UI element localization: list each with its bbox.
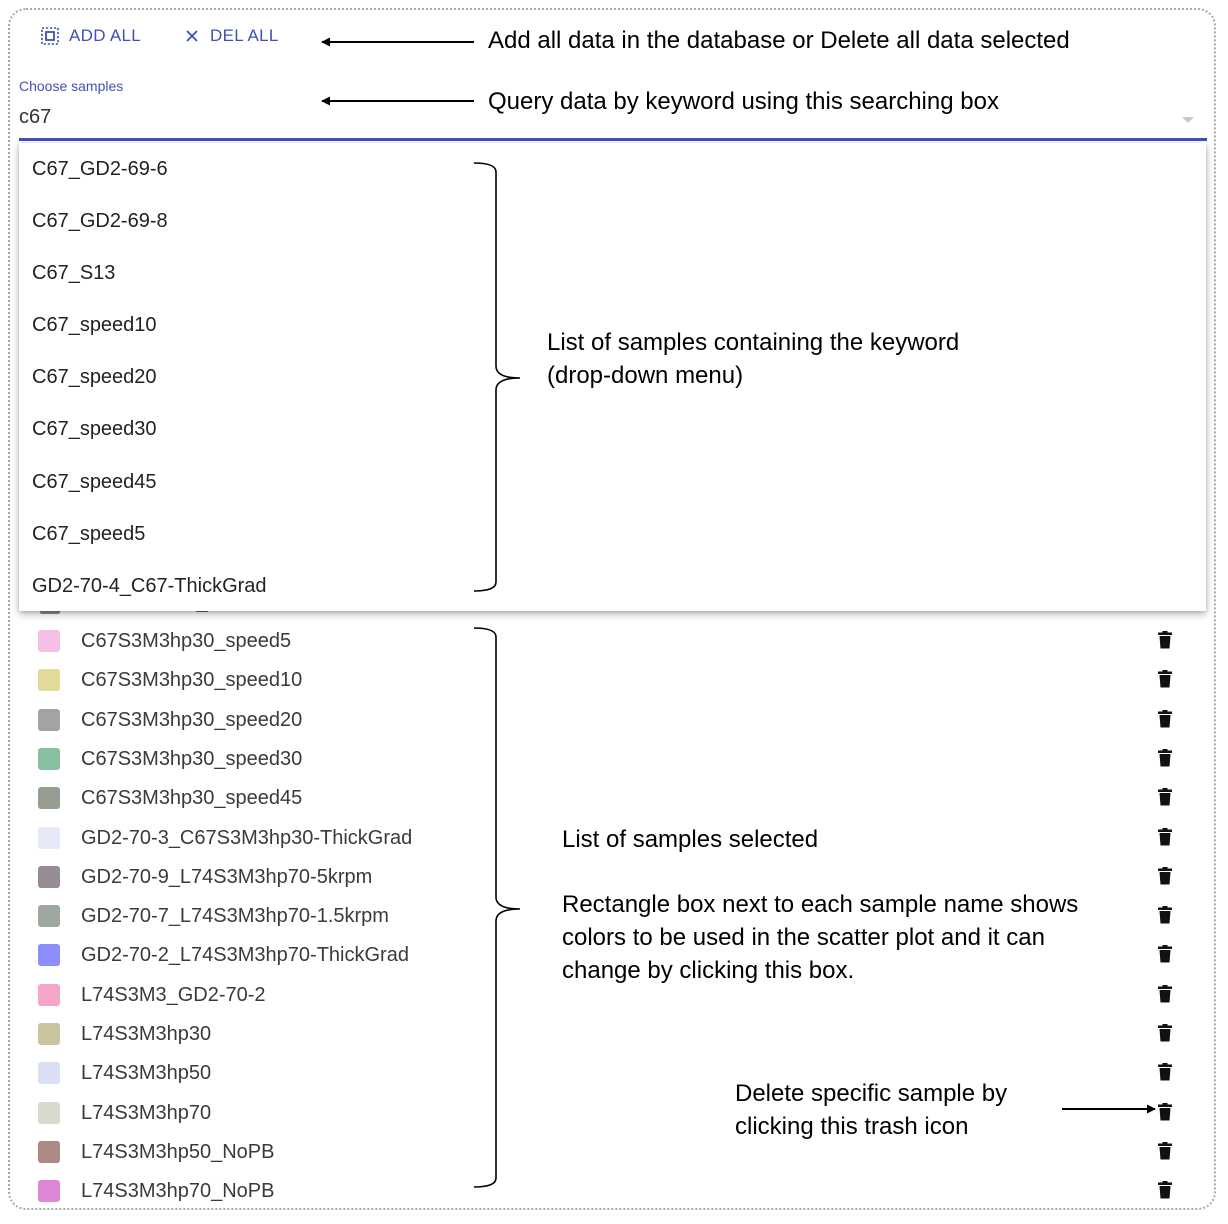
trash-icon[interactable] <box>1158 788 1172 811</box>
selected-sample-row: C67S3M3hp30_speed30 <box>38 742 1188 776</box>
selected-sample-row: L74S3M3hp50_NoPB <box>38 1135 1188 1169</box>
dropdown-option[interactable]: C67_speed30 <box>32 414 157 444</box>
sample-name: L74S3M3hp30 <box>81 1023 212 1045</box>
sample-name: C67S3M3hp30_speed45 <box>81 787 303 809</box>
selected-sample-row: C67S3M3hp30_speed20 <box>38 703 1188 737</box>
trash-icon[interactable] <box>1158 749 1172 772</box>
color-swatch[interactable] <box>38 1180 60 1202</box>
sample-name: L74S3M3hp50 <box>81 1062 212 1084</box>
dropdown-option[interactable]: C67_speed20 <box>32 362 157 392</box>
sample-name: L74S3M3hp70_NoPB <box>81 1180 275 1202</box>
add-all-button[interactable]: ADD ALL <box>40 26 141 46</box>
sample-name: GD2-70-2_L74S3M3hp70-ThickGrad <box>81 944 409 966</box>
dropdown-arrow-icon[interactable] <box>1182 117 1194 123</box>
trash-icon[interactable] <box>1158 631 1172 654</box>
select-all-icon <box>41 27 59 45</box>
selected-sample-row: L74S3M3hp50 <box>38 1056 1188 1090</box>
dropdown-option[interactable]: C67_GD2-69-8 <box>32 206 168 236</box>
sample-name: GD2-70-7_L74S3M3hp70-1.5krpm <box>81 905 389 927</box>
color-swatch[interactable] <box>38 787 60 809</box>
search-underline <box>19 138 1207 141</box>
dropdown-option[interactable]: GD2-70-4_C67-ThickGrad <box>32 571 267 601</box>
color-swatch[interactable] <box>38 1062 60 1084</box>
trash-icon[interactable] <box>1158 906 1172 929</box>
sample-name: L74S3M3_GD2-70-2 <box>81 984 266 1006</box>
sample-name: GD2-70-9_L74S3M3hp70-5krpm <box>81 866 373 888</box>
dropdown-option[interactable]: C67_GD2-69-6 <box>32 154 168 184</box>
color-swatch[interactable] <box>38 669 60 691</box>
sample-name: L74S3M3hp70 <box>81 1102 212 1124</box>
color-swatch[interactable] <box>38 630 60 652</box>
color-swatch[interactable] <box>38 1141 60 1163</box>
trash-icon[interactable] <box>1158 828 1172 851</box>
dropdown-option[interactable]: C67_S13 <box>32 258 115 288</box>
sample-name: C67S3M3hp30_speed5 <box>81 630 292 652</box>
trash-icon[interactable] <box>1158 985 1172 1008</box>
sample-name: C67S3M3hp30_speed30 <box>81 748 303 770</box>
del-all-button[interactable]: DEL ALL <box>183 26 279 46</box>
annotation-trash-line1: Delete specific sample by <box>735 1080 1008 1107</box>
selected-sample-row: L74S3M3hp70 <box>38 1096 1188 1130</box>
color-swatch[interactable] <box>38 1102 60 1124</box>
dropdown-option[interactable]: C67_speed45 <box>32 467 157 497</box>
selected-sample-row: C67S3M3hp30_speed10 <box>38 663 1188 697</box>
annotation-selected-line2: colors to be used in the scatter plot an… <box>562 924 1045 951</box>
trash-icon[interactable] <box>1158 945 1172 968</box>
annotation-dropdown-line1: List of samples containing the keyword <box>547 329 960 356</box>
color-swatch[interactable] <box>38 944 60 966</box>
trash-icon[interactable] <box>1158 1142 1172 1165</box>
annotation-selected-line3: change by clicking this box. <box>562 957 855 984</box>
annotation-selected-title: List of samples selected <box>562 826 819 853</box>
color-swatch[interactable] <box>38 866 60 888</box>
selected-sample-row: C67S3M3hp30_speed45 <box>38 781 1188 815</box>
annotation-add-del: Add all data in the database or Delete a… <box>488 27 1070 54</box>
trash-icon[interactable] <box>1158 1063 1172 1086</box>
selected-sample-row: C67S3M3hp30_speed5 <box>38 624 1188 658</box>
annotation-selected-line1: Rectangle box next to each sample name s… <box>562 891 1079 918</box>
selected-sample-row: L74S3M3hp70_NoPB <box>38 1174 1188 1208</box>
trash-icon[interactable] <box>1158 1103 1172 1126</box>
trash-icon[interactable] <box>1158 1024 1172 1047</box>
dropdown-option[interactable]: C67_speed10 <box>32 310 157 340</box>
color-swatch[interactable] <box>38 984 60 1006</box>
toolbar: ADD ALL DEL ALL <box>40 26 321 46</box>
annotation-dropdown-line2: (drop-down menu) <box>547 362 744 389</box>
add-all-label: ADD ALL <box>69 26 142 45</box>
trash-icon[interactable] <box>1158 867 1172 890</box>
selected-sample-row: L74S3M3hp30 <box>38 1017 1188 1051</box>
sample-name: C67S3M3hp30_speed10 <box>81 669 303 691</box>
sample-name: L74S3M3hp50_NoPB <box>81 1141 275 1163</box>
annotation-query: Query data by keyword using this searchi… <box>488 88 999 115</box>
del-all-label: DEL ALL <box>210 26 279 45</box>
color-swatch[interactable] <box>38 827 60 849</box>
color-swatch[interactable] <box>38 709 60 731</box>
trash-icon[interactable] <box>1158 1181 1172 1204</box>
sample-name: C67S3M3hp30_speed20 <box>81 709 303 731</box>
close-icon <box>186 30 198 42</box>
trash-icon[interactable] <box>1158 670 1172 693</box>
annotation-trash-line2: clicking this trash icon <box>735 1113 969 1140</box>
color-swatch[interactable] <box>38 905 60 927</box>
dropdown-option[interactable]: C67_speed5 <box>32 519 145 549</box>
sample-name: GD2-70-3_C67S3M3hp30-ThickGrad <box>81 827 413 849</box>
color-swatch[interactable] <box>38 1023 60 1045</box>
search-field-label: Choose samples <box>19 78 124 94</box>
trash-icon[interactable] <box>1158 710 1172 733</box>
color-swatch[interactable] <box>38 748 60 770</box>
